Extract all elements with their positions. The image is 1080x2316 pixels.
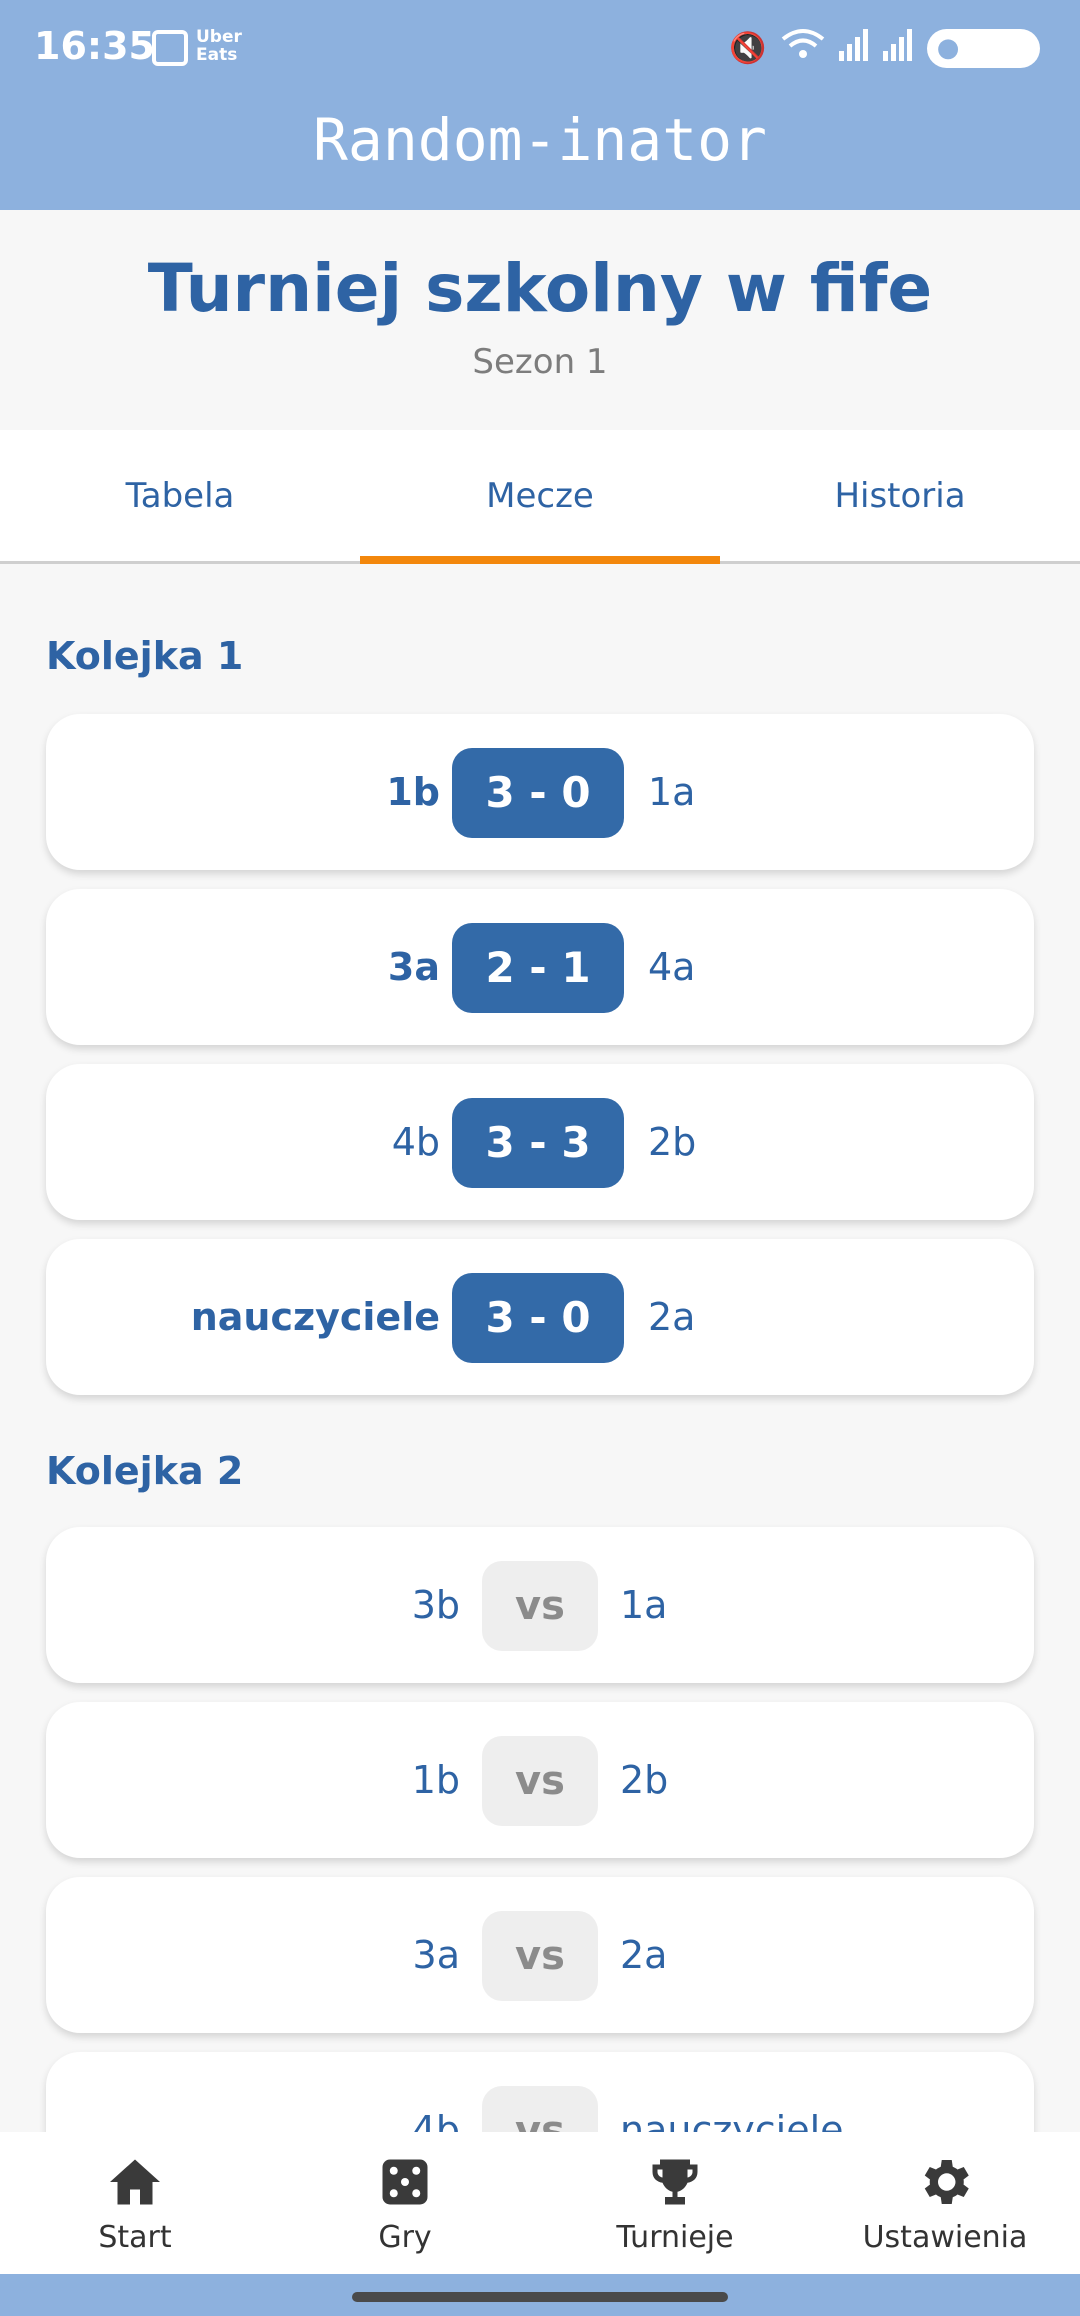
away-team: 1a <box>648 770 696 814</box>
app-bar: 16:35 Uber Eats 🔇 ● 100 Random-inator <box>0 0 1080 210</box>
status-icons: 🔇 ● 100 <box>729 26 1040 70</box>
away-team: 2a <box>620 1933 668 1977</box>
match-card[interactable]: nauczyciele 3 - 0 2a <box>46 1239 1034 1395</box>
nav-label: Gry <box>378 2220 432 2255</box>
away-team: 2a <box>648 1295 696 1339</box>
tab-tabela[interactable]: Tabela <box>0 430 360 561</box>
away-team: nauczyciele <box>620 2108 844 2132</box>
match-score: 3 - 0 <box>452 748 624 838</box>
wifi-icon <box>781 27 825 69</box>
home-team: 3a <box>412 1933 460 1977</box>
signal-icon-2 <box>882 27 913 69</box>
home-icon <box>110 2159 160 2205</box>
home-team: nauczyciele <box>190 1295 440 1339</box>
home-team: 3b <box>411 1583 460 1627</box>
match-card[interactable]: 3b vs 1a <box>46 1527 1034 1683</box>
battery-saver-icon: ● <box>936 33 960 63</box>
tournament-header: Turniej szkolny w fife Sezon 1 <box>0 210 1080 430</box>
trophy-icon <box>652 2159 698 2205</box>
vs-badge: vs <box>482 1911 598 2001</box>
home-team: 1b <box>411 1758 460 1802</box>
battery-level: 100 <box>963 30 1026 66</box>
nav-gry[interactable]: Gry <box>270 2132 540 2274</box>
match-card[interactable]: 3a vs 2a <box>46 1877 1034 2033</box>
home-gesture-handle[interactable] <box>352 2292 728 2302</box>
match-card[interactable]: 4b 3 - 3 2b <box>46 1064 1034 1220</box>
home-team: 3a <box>387 945 440 989</box>
away-team: 1a <box>620 1583 668 1627</box>
home-team: 1b <box>386 770 440 814</box>
match-score: 3 - 3 <box>452 1098 624 1188</box>
mute-icon: 🔇 <box>729 30 767 66</box>
screenshot-icon <box>152 30 188 66</box>
app-title: Random-inator <box>313 106 767 174</box>
round-title: Kolejka 2 <box>46 1449 244 1493</box>
match-card[interactable]: 4b vs nauczyciele <box>46 2052 1034 2132</box>
match-card[interactable]: 3a 2 - 1 4a <box>46 889 1034 1045</box>
nav-label: Start <box>98 2220 172 2255</box>
tab-mecze[interactable]: Mecze <box>360 430 720 564</box>
away-team: 2b <box>620 1758 669 1802</box>
dice-icon <box>382 2159 428 2205</box>
vs-badge: vs <box>482 1736 598 1826</box>
nav-label: Ustawienia <box>862 2220 1028 2255</box>
tab-bar: Tabela Mecze Historia <box>0 430 1080 564</box>
match-score: 2 - 1 <box>452 923 624 1013</box>
nav-label: Turnieje <box>616 2220 734 2255</box>
vs-badge: vs <box>482 2086 598 2132</box>
round-title: Kolejka 1 <box>46 634 244 678</box>
match-card[interactable]: 1b vs 2b <box>46 1702 1034 1858</box>
nav-ustawienia[interactable]: Ustawienia <box>810 2132 1080 2274</box>
match-card[interactable]: 1b 3 - 0 1a <box>46 714 1034 870</box>
gear-icon <box>924 2160 969 2204</box>
bottom-navigation: Start Gry Turnieje Ustawienia <box>0 2132 1080 2274</box>
home-team: 4b <box>391 1120 440 1164</box>
away-team: 2b <box>648 1120 697 1164</box>
status-time: 16:35 <box>34 24 155 68</box>
tab-historia[interactable]: Historia <box>720 430 1080 561</box>
status-bar: 16:35 Uber Eats 🔇 ● 100 <box>0 0 1080 100</box>
nav-start[interactable]: Start <box>0 2132 270 2274</box>
system-navigation-bar <box>0 2274 1080 2316</box>
away-team: 4a <box>648 945 696 989</box>
home-team: 4b <box>411 2108 460 2132</box>
match-score: 3 - 0 <box>452 1273 624 1363</box>
vs-badge: vs <box>482 1561 598 1651</box>
battery-indicator: ● 100 <box>926 28 1040 68</box>
season-label: Sezon 1 <box>472 342 608 382</box>
signal-icon <box>838 27 869 69</box>
nav-turnieje[interactable]: Turnieje <box>540 2132 810 2274</box>
tournament-title: Turniej szkolny w fife <box>147 250 933 327</box>
matches-list[interactable]: Kolejka 1 1b 3 - 0 1a 3a 2 - 1 4a 4b 3 -… <box>0 564 1080 2132</box>
uber-eats-notification-icon: Uber Eats <box>196 27 242 65</box>
